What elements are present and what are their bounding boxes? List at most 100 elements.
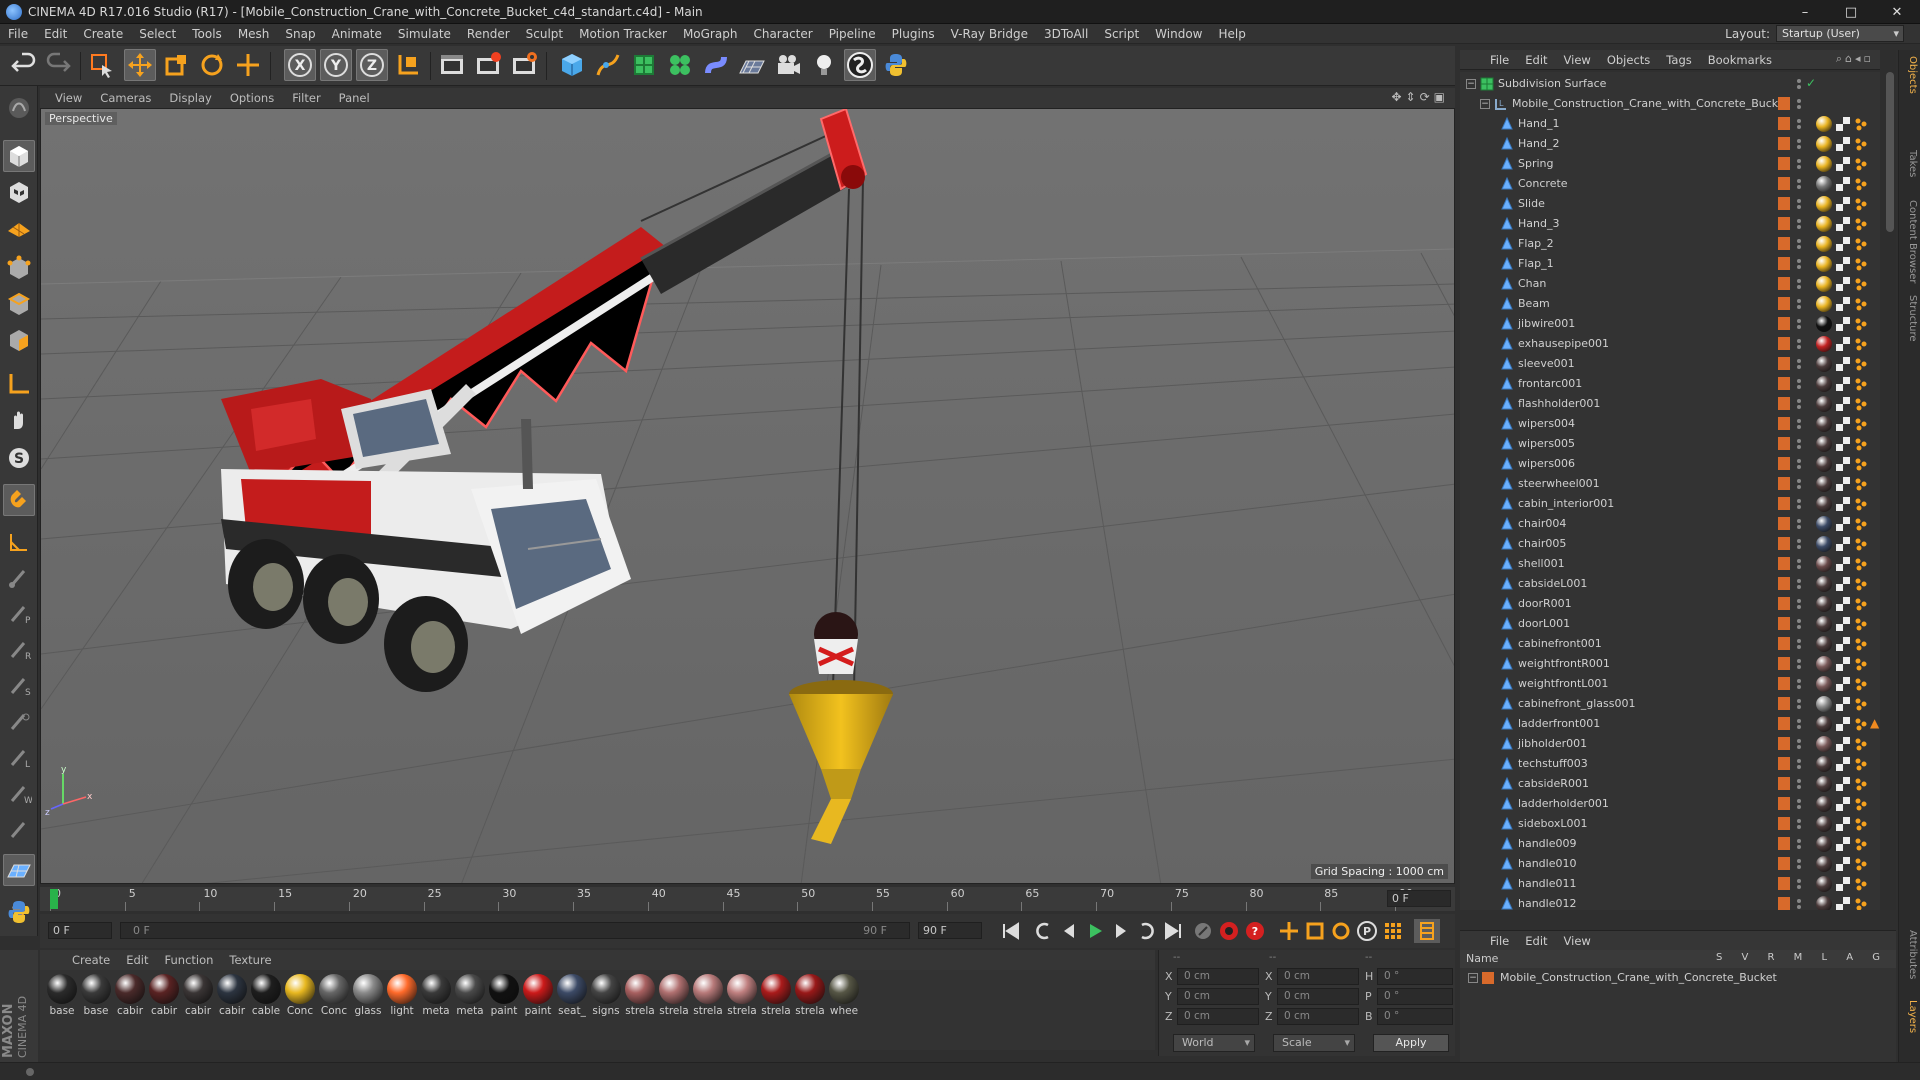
- selection-tag-icon[interactable]: [1854, 377, 1868, 391]
- layer-color-icon[interactable]: [1778, 337, 1790, 350]
- expand-toggle[interactable]: −: [1480, 99, 1490, 109]
- menu-select[interactable]: Select: [131, 27, 184, 41]
- visibility-toggle-icon[interactable]: [1796, 598, 1802, 610]
- object-row[interactable]: jibholder001: [1460, 734, 1880, 754]
- visibility-toggle-icon[interactable]: [1796, 158, 1802, 170]
- uvw-tag-icon[interactable]: [1836, 277, 1850, 291]
- object-row[interactable]: techstuff003: [1460, 754, 1880, 774]
- spline-pen-icon[interactable]: [592, 49, 624, 81]
- object-name[interactable]: Slide: [1518, 197, 1545, 210]
- apply-button[interactable]: Apply: [1373, 1034, 1449, 1052]
- menu-pipeline[interactable]: Pipeline: [821, 27, 884, 41]
- material-tag-icon[interactable]: [1816, 216, 1832, 232]
- edges-mode-icon[interactable]: [3, 288, 35, 320]
- material-swatch[interactable]: signs: [590, 974, 622, 1018]
- timeline-layout-icon[interactable]: [1414, 919, 1440, 943]
- object-row[interactable]: wipers006: [1460, 454, 1880, 474]
- live-selection-icon[interactable]: [86, 49, 118, 81]
- object-name[interactable]: handle011: [1518, 877, 1577, 890]
- menu-create[interactable]: Create: [75, 27, 131, 41]
- material-tag-icon[interactable]: [1816, 776, 1832, 792]
- material-tag-icon[interactable]: [1816, 656, 1832, 672]
- material-swatch[interactable]: cabir: [114, 974, 146, 1018]
- object-name[interactable]: cabsideR001: [1518, 777, 1589, 790]
- object-name[interactable]: Flap_2: [1518, 237, 1554, 250]
- material-swatch[interactable]: base: [80, 974, 112, 1018]
- selection-tag-icon[interactable]: [1854, 777, 1868, 791]
- object-row[interactable]: cabsideR001: [1460, 774, 1880, 794]
- visibility-toggle-icon[interactable]: [1796, 858, 1802, 870]
- objects-menu-tags[interactable]: Tags: [1658, 53, 1699, 67]
- material-tag-icon[interactable]: [1816, 636, 1832, 652]
- deformer-icon[interactable]: [700, 49, 732, 81]
- uvw-tag-icon[interactable]: [1836, 837, 1850, 851]
- selection-tag-icon[interactable]: [1854, 757, 1868, 771]
- material-swatch[interactable]: cable: [250, 974, 282, 1018]
- layer-color-icon[interactable]: [1778, 297, 1790, 310]
- material-menu-create[interactable]: Create: [64, 953, 118, 967]
- visibility-toggle-icon[interactable]: [1796, 278, 1802, 290]
- selection-tag-icon[interactable]: [1854, 197, 1868, 211]
- selection-tag-icon[interactable]: [1854, 497, 1868, 511]
- material-tag-icon[interactable]: [1816, 816, 1832, 832]
- selection-tag-icon[interactable]: [1854, 217, 1868, 231]
- layer-color-icon[interactable]: [1778, 457, 1790, 470]
- brush-p-icon[interactable]: P: [3, 598, 35, 630]
- paint-brush-icon[interactable]: [3, 562, 35, 594]
- selection-tag-icon[interactable]: [1854, 257, 1868, 271]
- object-row[interactable]: Hand_1: [1460, 114, 1880, 134]
- magnet-icon[interactable]: [3, 484, 35, 516]
- record-active-objects-icon[interactable]: [1216, 919, 1242, 943]
- layer-color-icon[interactable]: [1778, 557, 1790, 570]
- uvw-tag-icon[interactable]: [1836, 717, 1850, 731]
- visibility-toggle-icon[interactable]: [1796, 358, 1802, 370]
- visibility-toggle-icon[interactable]: [1796, 518, 1802, 530]
- visibility-toggle-icon[interactable]: [1796, 458, 1802, 470]
- material-tag-icon[interactable]: [1816, 136, 1832, 152]
- selection-tag-icon[interactable]: [1854, 877, 1868, 891]
- visibility-toggle-icon[interactable]: [1796, 238, 1802, 250]
- material-tag-icon[interactable]: [1816, 876, 1832, 892]
- object-row[interactable]: exhausepipe001: [1460, 334, 1880, 354]
- material-swatch[interactable]: light: [386, 974, 418, 1018]
- go-to-start-icon[interactable]: [998, 919, 1024, 943]
- uvw-tag-icon[interactable]: [1836, 517, 1850, 531]
- object-name[interactable]: Hand_3: [1518, 217, 1559, 230]
- light-icon[interactable]: [808, 49, 840, 81]
- previous-key-icon[interactable]: [1030, 919, 1056, 943]
- material-swatch[interactable]: strela: [726, 974, 758, 1018]
- material-tag-icon[interactable]: [1816, 796, 1832, 812]
- visibility-toggle-icon[interactable]: [1796, 318, 1802, 330]
- uvw-tag-icon[interactable]: [1836, 157, 1850, 171]
- uvw-tag-icon[interactable]: [1836, 597, 1850, 611]
- uvw-tag-icon[interactable]: [1836, 857, 1850, 871]
- object-row[interactable]: shell001: [1460, 554, 1880, 574]
- selection-tag-icon[interactable]: [1854, 337, 1868, 351]
- material-tag-icon[interactable]: [1816, 716, 1832, 732]
- layer-color-icon[interactable]: [1778, 857, 1790, 870]
- material-swatch[interactable]: paint: [488, 974, 520, 1018]
- visibility-toggle-icon[interactable]: [1796, 258, 1802, 270]
- objects-menu-objects[interactable]: Objects: [1599, 53, 1658, 67]
- material-swatch[interactable]: cabir: [148, 974, 180, 1018]
- layer-color-icon[interactable]: [1778, 677, 1790, 690]
- y-position-field[interactable]: 0 cm: [1177, 988, 1259, 1005]
- object-row[interactable]: wipers005: [1460, 434, 1880, 454]
- material-tag-icon[interactable]: [1816, 496, 1832, 512]
- enabled-checkmark-icon[interactable]: ✓: [1806, 76, 1816, 90]
- layer-color-icon[interactable]: [1778, 617, 1790, 630]
- z-size-field[interactable]: 0 cm: [1277, 1008, 1359, 1025]
- menu-vray-bridge[interactable]: V-Ray Bridge: [943, 27, 1036, 41]
- uvw-tag-icon[interactable]: [1836, 497, 1850, 511]
- layer-color-icon[interactable]: [1778, 577, 1790, 590]
- selection-tag-icon[interactable]: [1854, 397, 1868, 411]
- selection-tag-icon[interactable]: [1854, 737, 1868, 751]
- object-row[interactable]: Spring: [1460, 154, 1880, 174]
- object-row-group[interactable]: − L Mobile_Construction_Crane_with_Concret…: [1460, 94, 1880, 114]
- selection-tag-icon[interactable]: [1854, 317, 1868, 331]
- material-swatch[interactable]: strela: [624, 974, 656, 1018]
- layer-expand-toggle[interactable]: −: [1468, 973, 1478, 983]
- selection-tag-icon[interactable]: [1854, 537, 1868, 551]
- redo-icon[interactable]: [42, 49, 74, 81]
- object-row[interactable]: Hand_2: [1460, 134, 1880, 154]
